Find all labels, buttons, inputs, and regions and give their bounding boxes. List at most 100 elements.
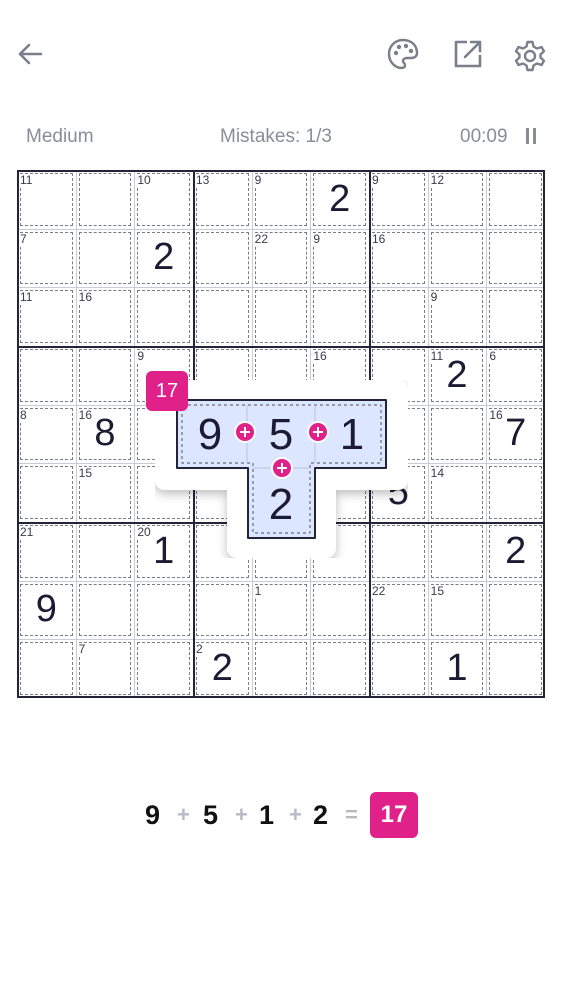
equation-term: 5 bbox=[203, 800, 219, 830]
cage-outline bbox=[313, 231, 366, 285]
plus-sign: + bbox=[235, 802, 248, 827]
external-link-icon bbox=[454, 40, 482, 68]
sum-equation: 9 + 5 + 1 + 2 = 17 bbox=[0, 792, 563, 840]
plus-sign: + bbox=[177, 802, 190, 827]
cage-outline bbox=[78, 525, 132, 578]
plus-icon bbox=[271, 457, 293, 479]
cage-sum-label: 16 bbox=[371, 231, 387, 246]
cage-outline bbox=[372, 642, 425, 695]
cage-value: 2 bbox=[268, 480, 294, 529]
status-bar: Medium Mistakes: 1/3 00:09 bbox=[0, 126, 563, 154]
cage-outline bbox=[313, 583, 366, 637]
gear-icon bbox=[514, 40, 546, 72]
grid-line bbox=[17, 580, 545, 582]
cage-value: 5 bbox=[268, 410, 294, 459]
cage-outline bbox=[78, 173, 132, 226]
grid-line bbox=[427, 170, 429, 698]
cage-outline bbox=[313, 642, 366, 695]
cage-outline bbox=[489, 290, 542, 343]
cage-outline bbox=[254, 173, 308, 226]
cell-value: 2 bbox=[446, 353, 468, 396]
cage-sum-label: 15 bbox=[429, 583, 446, 598]
cage-outline bbox=[20, 407, 73, 461]
cage-outline bbox=[313, 290, 366, 343]
cage-sum-label: 22 bbox=[371, 583, 387, 598]
equation-term: 9 bbox=[145, 800, 161, 830]
cell-value: 1 bbox=[446, 647, 468, 690]
cage-outline bbox=[489, 466, 542, 519]
cage-sum-label: 13 bbox=[195, 173, 211, 187]
cage-outline bbox=[78, 349, 132, 402]
theme-button[interactable] bbox=[383, 34, 423, 74]
cage-outline bbox=[137, 583, 190, 637]
equation-term: 2 bbox=[313, 800, 329, 830]
plus-sign: + bbox=[289, 802, 302, 827]
cage-sum-label: 8 bbox=[19, 407, 28, 422]
cage-sum-label: 9 bbox=[253, 173, 263, 187]
board-cell-filled[interactable]: 2 bbox=[428, 346, 487, 405]
cell-value: 2 bbox=[329, 177, 351, 220]
cage-sum-label: 9 bbox=[429, 290, 439, 305]
board-cell-filled[interactable]: 2 bbox=[134, 229, 193, 288]
timer: 00:09 bbox=[460, 126, 508, 147]
cage-sum-label: 7 bbox=[19, 231, 28, 246]
arrow-left-icon bbox=[18, 43, 43, 65]
cage-sum-label: 12 bbox=[429, 173, 446, 187]
cage-value: 1 bbox=[339, 410, 365, 459]
cage-outline bbox=[489, 231, 542, 285]
equation-term: 1 bbox=[259, 800, 275, 830]
cage-sum-label: 11 bbox=[19, 290, 34, 305]
cell-value: 8 bbox=[94, 412, 116, 455]
board-cell-filled[interactable]: 7 bbox=[486, 405, 545, 464]
cage-sum-label: 9 bbox=[136, 349, 146, 363]
cage-outline bbox=[489, 349, 542, 402]
cell-value: 7 bbox=[505, 412, 527, 455]
cage-sum-label: 16 bbox=[312, 349, 328, 363]
board-cell-filled[interactable]: 8 bbox=[76, 405, 135, 464]
cage-outline bbox=[196, 290, 249, 343]
back-button[interactable] bbox=[10, 34, 50, 74]
cage-sum-label: 1 bbox=[253, 583, 263, 598]
cage-outline bbox=[20, 231, 73, 285]
equation-result: 17 bbox=[370, 792, 418, 838]
cage-sum-label: 9 bbox=[312, 231, 322, 246]
cage-outline bbox=[137, 642, 190, 695]
cage-outline bbox=[20, 642, 73, 695]
board-cell-filled[interactable]: 2 bbox=[310, 170, 369, 229]
board-cell-filled[interactable]: 2 bbox=[193, 639, 252, 698]
cage-value: 9 bbox=[197, 410, 223, 459]
cage-outline bbox=[78, 583, 132, 637]
board-cell-filled[interactable]: 9 bbox=[17, 581, 76, 640]
cage-outline bbox=[20, 466, 73, 519]
board-cell-filled[interactable]: 2 bbox=[486, 522, 545, 581]
cage-sum-label: 7 bbox=[77, 642, 87, 657]
cage-outline bbox=[196, 583, 249, 637]
cage-outline bbox=[430, 290, 484, 343]
cage-outline bbox=[20, 349, 73, 402]
board-cell-filled[interactable]: 1 bbox=[428, 639, 487, 698]
cage-sum-label: 22 bbox=[253, 231, 270, 246]
plus-icon bbox=[234, 421, 256, 443]
cage-sum-overlay: 9 5 1 2 bbox=[155, 380, 408, 558]
mistakes-counter: Mistakes: 1/3 bbox=[220, 126, 332, 147]
share-button[interactable] bbox=[448, 34, 488, 74]
box-border bbox=[17, 170, 545, 172]
cell-value: 9 bbox=[35, 588, 57, 631]
palette-icon bbox=[387, 38, 419, 70]
cage-outline bbox=[372, 173, 425, 226]
pause-icon[interactable] bbox=[525, 128, 537, 144]
plus-icon bbox=[307, 421, 329, 443]
cage-outline bbox=[430, 407, 484, 461]
cell-value: 2 bbox=[211, 647, 233, 690]
cage-sum-label: 9 bbox=[371, 173, 380, 187]
cage-outline bbox=[78, 231, 132, 285]
cage-outline bbox=[430, 231, 484, 285]
grid-line bbox=[17, 287, 545, 289]
cage-outline bbox=[254, 583, 308, 637]
settings-button[interactable] bbox=[510, 36, 550, 76]
cage-sum-label: 6 bbox=[488, 349, 498, 363]
cage-outline bbox=[489, 173, 542, 226]
equals-sign: = bbox=[345, 802, 358, 827]
cage-sum-label: 14 bbox=[429, 466, 446, 481]
cage-sum-label: 10 bbox=[136, 173, 152, 187]
